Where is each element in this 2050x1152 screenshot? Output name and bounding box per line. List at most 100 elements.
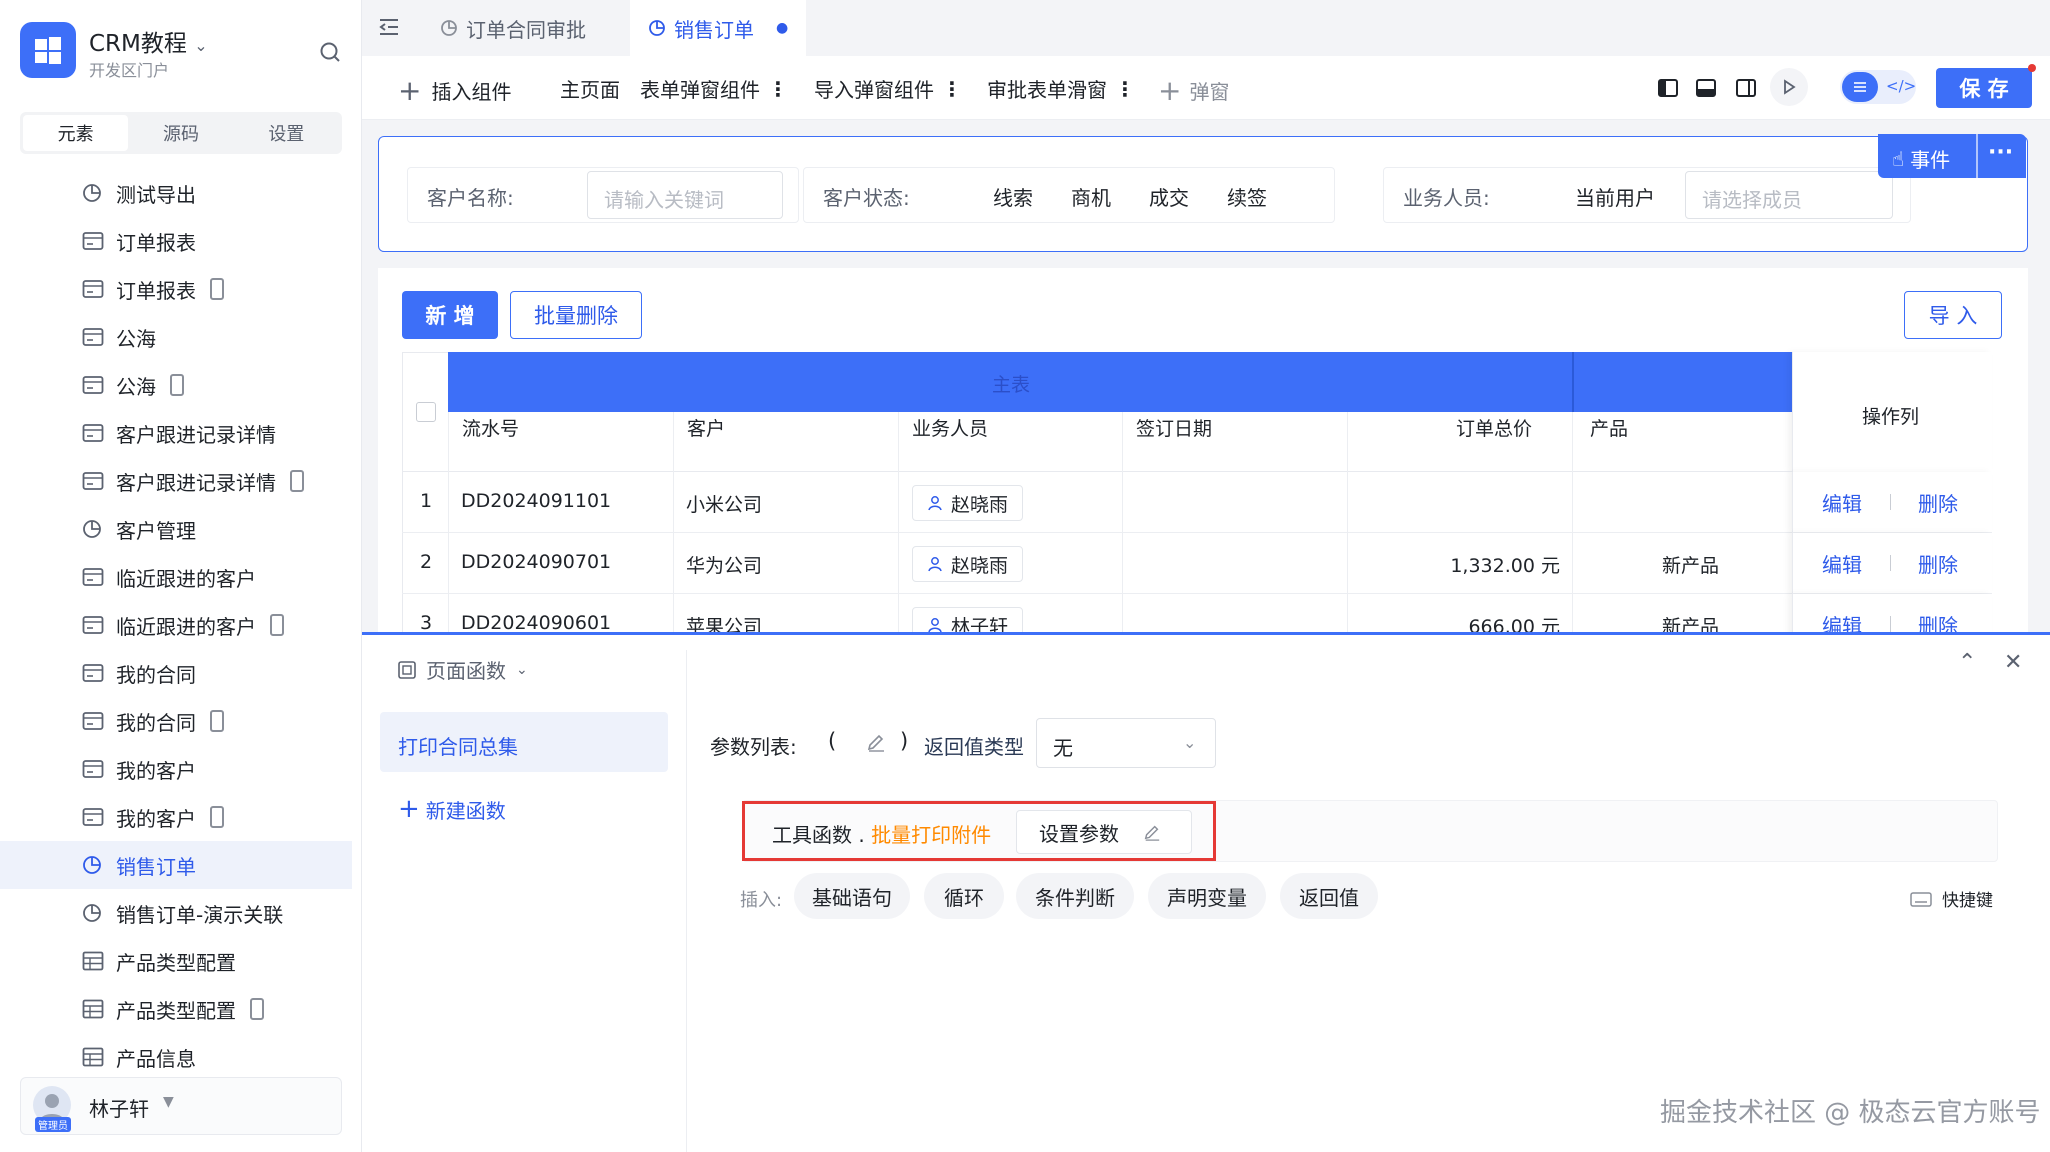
- customer-keyword-input[interactable]: 请输入关键词: [587, 171, 783, 219]
- sidebar-item-label: 公海: [116, 374, 156, 399]
- function-panel-title[interactable]: 页面函数 ⌄: [398, 655, 528, 684]
- preview-play-icon[interactable]: [1770, 68, 1808, 106]
- event-button[interactable]: ☝ 事件: [1892, 144, 1950, 173]
- settings-sliders-icon: [1842, 72, 1878, 102]
- insert-basic-statement[interactable]: 基础语句: [794, 873, 910, 919]
- add-button[interactable]: 新 增: [402, 291, 498, 339]
- more-vertical-icon: ⋮: [942, 76, 962, 101]
- shortcut-button[interactable]: 快捷键: [1910, 886, 1993, 911]
- sidebar-item[interactable]: 测试导出: [0, 169, 352, 217]
- tab-settings[interactable]: 设置: [234, 115, 339, 151]
- app-name[interactable]: CRM教程 ⌄: [89, 24, 208, 58]
- form-icon: [82, 230, 104, 252]
- edit-params-icon[interactable]: [866, 732, 886, 752]
- sidebar-item-label: 我的合同: [116, 662, 196, 687]
- user-bar[interactable]: 管理员 林子轩 ▼: [20, 1077, 342, 1135]
- close-panel-icon[interactable]: ✕: [2004, 650, 2022, 675]
- tab-sales-order[interactable]: 销售订单 ●: [630, 0, 806, 56]
- sidebar-item[interactable]: 销售订单: [0, 841, 352, 889]
- table-row[interactable]: [402, 533, 1990, 594]
- chevron-down-icon: ⌄: [516, 661, 528, 678]
- new-function-button[interactable]: + 新建函数: [398, 794, 506, 824]
- view-mode-toggle[interactable]: </>: [1840, 70, 1916, 104]
- status-option-deal[interactable]: 成交: [1149, 182, 1189, 211]
- sidebar-item[interactable]: 客户跟进记录详情: [0, 457, 352, 505]
- statement-prefix[interactable]: 工具函数 . 批量打印附件: [772, 819, 991, 848]
- batch-delete-button[interactable]: 批量删除: [510, 291, 642, 339]
- sidebar-item[interactable]: 我的合同: [0, 649, 352, 697]
- customer-cell: 小米公司: [686, 494, 763, 516]
- return-type-select[interactable]: 无 ⌄: [1036, 718, 1216, 768]
- code-icon: </>: [1886, 77, 1917, 95]
- status-option-lead[interactable]: 线索: [993, 182, 1033, 211]
- tab-contract-approval[interactable]: 订单合同审批: [428, 0, 624, 56]
- sidebar-item[interactable]: 我的客户: [0, 745, 352, 793]
- sidebar-item[interactable]: 我的合同: [0, 697, 352, 745]
- insert-declare-variable[interactable]: 声明变量: [1148, 873, 1266, 919]
- filter-bar[interactable]: 客户名称: 请输入关键词 客户状态: 线索 商机 成交 续签 业务人员: 当前用…: [378, 136, 2028, 252]
- form-icon: [82, 470, 104, 492]
- staff-member-select[interactable]: 请选择成员: [1685, 171, 1893, 219]
- collapse-sidebar-icon[interactable]: [378, 16, 400, 38]
- serial-cell: DD2024090601: [461, 612, 612, 634]
- mobile-icon: [170, 374, 184, 396]
- table-icon: [82, 1046, 104, 1068]
- sidebar-item[interactable]: 订单报表: [0, 217, 352, 265]
- status-option-opportunity[interactable]: 商机: [1071, 182, 1111, 211]
- home-page-button[interactable]: 主页面: [560, 74, 620, 103]
- sidebar-item[interactable]: 销售订单-演示关联: [0, 889, 352, 937]
- sidebar-item[interactable]: 临近跟进的客户: [0, 553, 352, 601]
- add-popup-button[interactable]: + 弹窗: [1158, 74, 1229, 107]
- op-separator: [1890, 494, 1891, 510]
- delete-link[interactable]: 删除: [1918, 549, 1958, 578]
- sidebar-item[interactable]: 我的客户: [0, 793, 352, 841]
- sidebar-item[interactable]: 公海: [0, 313, 352, 361]
- sidebar-item[interactable]: 公海: [0, 361, 352, 409]
- set-params-button[interactable]: 设置参数: [1016, 810, 1192, 854]
- layout-bottom-icon[interactable]: [1696, 78, 1716, 98]
- more-actions-button[interactable]: ···: [1988, 140, 2013, 165]
- sidebar-item-label: 客户跟进记录详情: [116, 422, 276, 447]
- sidebar-item-label: 客户管理: [116, 518, 196, 543]
- save-button[interactable]: 保 存: [1936, 68, 2032, 108]
- layout-left-icon[interactable]: [1658, 78, 1678, 98]
- sidebar-item[interactable]: 产品信息: [0, 1033, 352, 1081]
- sidebar-item-label: 产品类型配置: [116, 950, 236, 975]
- staff-tag: 赵晓雨: [912, 546, 1024, 582]
- function-item-label: 打印合同总集: [398, 735, 518, 759]
- collapse-panel-icon[interactable]: ⌃: [1958, 650, 1976, 675]
- tab-elements[interactable]: 元素: [23, 115, 129, 151]
- import-button[interactable]: 导 入: [1904, 291, 2002, 339]
- edit-link[interactable]: 编辑: [1822, 549, 1862, 578]
- col-staff: 业务人员: [912, 418, 989, 440]
- form-popup-button[interactable]: 表单弹窗组件 ⋮: [640, 74, 788, 103]
- insert-return-value[interactable]: 返回值: [1280, 873, 1378, 919]
- sidebar-item[interactable]: 订单报表: [0, 265, 352, 313]
- sidebar-item[interactable]: 客户管理: [0, 505, 352, 553]
- sidebar-item-label: 客户跟进记录详情: [116, 470, 276, 495]
- staff-current-user[interactable]: 当前用户: [1575, 182, 1655, 211]
- sidebar-item[interactable]: 临近跟进的客户: [0, 601, 352, 649]
- insert-condition[interactable]: 条件判断: [1016, 873, 1134, 919]
- pointer-hand-icon: ☝: [1892, 146, 1905, 171]
- form-icon: [82, 374, 104, 396]
- paren-open: (: [828, 729, 837, 753]
- sidebar-item-label: 产品信息: [116, 1046, 196, 1071]
- import-popup-button[interactable]: 导入弹窗组件 ⋮: [814, 74, 962, 103]
- approval-slide-button[interactable]: 审批表单滑窗 ⋮: [987, 74, 1135, 103]
- user-name: 林子轩: [89, 1097, 149, 1121]
- sidebar-item[interactable]: 产品类型配置: [0, 937, 352, 985]
- mobile-icon: [210, 710, 224, 732]
- sidebar-item[interactable]: 客户跟进记录详情: [0, 409, 352, 457]
- search-icon[interactable]: [318, 40, 342, 64]
- tab-source[interactable]: 源码: [128, 115, 233, 151]
- sidebar-item[interactable]: 产品类型配置: [0, 985, 352, 1033]
- sidebar-item-label: 我的客户: [116, 806, 196, 831]
- layout-right-icon[interactable]: [1736, 78, 1756, 98]
- delete-link[interactable]: 删除: [1918, 488, 1958, 517]
- insert-loop[interactable]: 循环: [924, 873, 1004, 919]
- table-row[interactable]: [402, 472, 1990, 533]
- edit-link[interactable]: 编辑: [1822, 488, 1862, 517]
- insert-component-button[interactable]: + 插入组件: [398, 74, 511, 107]
- status-option-renewal[interactable]: 续签: [1227, 182, 1267, 211]
